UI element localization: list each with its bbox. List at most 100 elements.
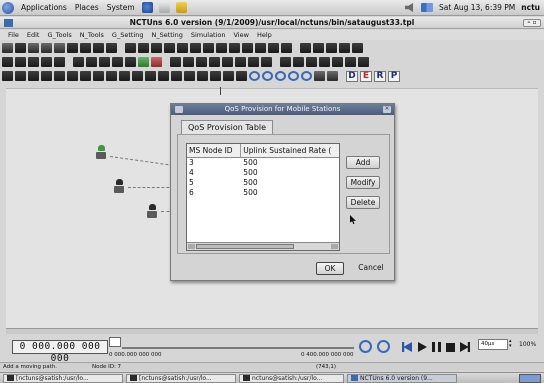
grid-icon[interactable] bbox=[327, 71, 338, 81]
window-menu-icon[interactable] bbox=[4, 19, 13, 27]
menu-edit[interactable]: Edit bbox=[23, 31, 44, 39]
mesh-ap-icon[interactable] bbox=[183, 57, 194, 67]
timeline-slider[interactable] bbox=[122, 347, 354, 349]
car-tool-icon[interactable] bbox=[313, 43, 324, 53]
menu-view[interactable]: View bbox=[230, 31, 253, 39]
taskbar-button[interactable]: NCTUns 6.0 version (9... bbox=[347, 373, 457, 383]
scroll-thumb[interactable] bbox=[196, 244, 294, 249]
workspace-switcher[interactable] bbox=[519, 373, 541, 383]
pointer-tool-icon[interactable] bbox=[2, 43, 13, 53]
wimax-mobile-bs-icon[interactable] bbox=[171, 71, 182, 81]
panel-clock[interactable]: Sat Aug 13, 6:39 PM bbox=[439, 3, 515, 12]
system-menu[interactable]: System bbox=[103, 3, 139, 12]
menu-g-tools[interactable]: G_Tools bbox=[43, 31, 75, 39]
dvb-tool-icon[interactable] bbox=[268, 43, 279, 53]
delete-button[interactable]: Delete bbox=[346, 196, 380, 209]
scroll-left-icon[interactable] bbox=[188, 244, 195, 249]
menu-n-tools[interactable]: N_Tools bbox=[76, 31, 108, 39]
close-icon[interactable]: × bbox=[383, 106, 391, 113]
gprs-tool-icon[interactable] bbox=[190, 43, 201, 53]
terminal-icon[interactable] bbox=[332, 57, 343, 67]
wireless-router-icon[interactable] bbox=[170, 57, 181, 67]
step-spinner-icon[interactable]: ▴ ▾ bbox=[509, 339, 515, 350]
play-icon[interactable] bbox=[418, 342, 427, 352]
l3-router-icon[interactable] bbox=[15, 57, 26, 67]
step-size-field[interactable]: 40µs bbox=[478, 339, 508, 350]
road-tool-icon[interactable] bbox=[339, 43, 350, 53]
line-tool-icon[interactable] bbox=[54, 43, 65, 53]
mail-launcher-icon[interactable] bbox=[158, 2, 170, 13]
mode-p-button[interactable]: P bbox=[388, 70, 400, 82]
dialog-menu-icon[interactable] bbox=[175, 106, 183, 113]
wireless-host-tool-icon[interactable] bbox=[151, 43, 162, 53]
taskbar-button[interactable]: [nctuns@satish:/usr/lo... bbox=[126, 373, 236, 383]
hub-node-icon[interactable] bbox=[235, 57, 246, 67]
optical-switch-icon[interactable] bbox=[73, 57, 84, 67]
phone-icon[interactable] bbox=[41, 57, 52, 67]
scroll-right-icon[interactable] bbox=[331, 244, 338, 249]
horizontal-scrollbar[interactable] bbox=[187, 242, 339, 250]
ruler-icon[interactable] bbox=[314, 71, 325, 81]
obstacle-icon[interactable] bbox=[223, 71, 234, 81]
table-row[interactable]: 6 500 bbox=[187, 188, 339, 198]
applications-menu[interactable]: Applications bbox=[17, 3, 71, 12]
mobile-node-icon[interactable] bbox=[147, 204, 157, 218]
antenna-icon[interactable] bbox=[54, 57, 65, 67]
wimax-bs-tool-icon[interactable] bbox=[255, 43, 266, 53]
stop-icon[interactable] bbox=[446, 343, 455, 352]
move-path-icon[interactable] bbox=[210, 71, 221, 81]
draw-line-icon[interactable] bbox=[236, 71, 247, 81]
wimax-ss-tool-icon[interactable] bbox=[242, 43, 253, 53]
modify-button[interactable]: Modify bbox=[346, 176, 380, 189]
vehicle-node-icon[interactable] bbox=[345, 57, 356, 67]
zoom-reset-tool-icon[interactable] bbox=[288, 71, 299, 81]
menu-file[interactable]: File bbox=[4, 31, 23, 39]
wimax-pmp-bs-icon[interactable] bbox=[119, 71, 130, 81]
skip-to-end-icon[interactable] bbox=[460, 342, 470, 352]
dvbrcs-sp-icon[interactable] bbox=[93, 71, 104, 81]
link-tool-icon[interactable] bbox=[41, 43, 52, 53]
ggsn-tool-icon[interactable] bbox=[216, 43, 227, 53]
l2-switch-icon[interactable] bbox=[2, 57, 13, 67]
mode-r-button[interactable]: R bbox=[374, 70, 386, 82]
taskbar-button[interactable]: [nctuns@satish:/usr/lo... bbox=[3, 373, 123, 383]
notes-launcher-icon[interactable] bbox=[175, 2, 187, 13]
menu-simulation[interactable]: Simulation bbox=[187, 31, 230, 39]
window-controls[interactable]: – ▫ bbox=[523, 19, 541, 27]
volume-icon[interactable] bbox=[405, 3, 414, 12]
user-node-icon[interactable] bbox=[261, 57, 272, 67]
switch-tool-icon[interactable] bbox=[67, 43, 78, 53]
mobile-node-icon[interactable] bbox=[96, 145, 106, 159]
canvas-scrollbar[interactable] bbox=[6, 328, 538, 334]
zoom-out-tool-icon[interactable] bbox=[262, 71, 273, 81]
mobile-node-icon[interactable] bbox=[114, 179, 124, 193]
add-button[interactable]: Add bbox=[346, 156, 380, 169]
sensor-tool-icon[interactable] bbox=[352, 43, 363, 53]
menu-help[interactable]: Help bbox=[253, 31, 276, 39]
table-row[interactable]: 3 500 bbox=[187, 158, 339, 168]
satellite-node-icon[interactable] bbox=[280, 57, 291, 67]
gateway-icon[interactable] bbox=[222, 57, 233, 67]
wimax-mobile-ms-icon[interactable] bbox=[184, 71, 195, 81]
aircraft-icon[interactable] bbox=[319, 57, 330, 67]
core-router-icon[interactable] bbox=[125, 57, 136, 67]
table-row[interactable]: 4 500 bbox=[187, 168, 339, 178]
zoom-fit-tool-icon[interactable] bbox=[275, 71, 286, 81]
wan-tool-icon[interactable] bbox=[106, 43, 117, 53]
gprs-phone-icon[interactable] bbox=[2, 71, 13, 81]
zoom-out-icon[interactable] bbox=[377, 340, 390, 353]
road-node-icon[interactable] bbox=[358, 57, 369, 67]
lte-tool-icon[interactable] bbox=[300, 43, 311, 53]
table-row[interactable]: 5 500 bbox=[187, 178, 339, 188]
pause-icon[interactable] bbox=[432, 342, 441, 352]
network-icon[interactable] bbox=[421, 3, 434, 12]
zoom-in-tool-icon[interactable] bbox=[249, 71, 260, 81]
taskbar-button[interactable]: nctuns@satish:/usr/lo... bbox=[239, 373, 344, 383]
wimax-mesh-bs-icon[interactable] bbox=[145, 71, 156, 81]
hub-tool-icon[interactable] bbox=[15, 43, 26, 53]
zoom-area-tool-icon[interactable] bbox=[301, 71, 312, 81]
host-icon[interactable] bbox=[28, 57, 39, 67]
panel-user[interactable]: nctu bbox=[521, 3, 540, 12]
ground-station-icon[interactable] bbox=[293, 57, 304, 67]
satellite-tool-icon[interactable] bbox=[177, 43, 188, 53]
